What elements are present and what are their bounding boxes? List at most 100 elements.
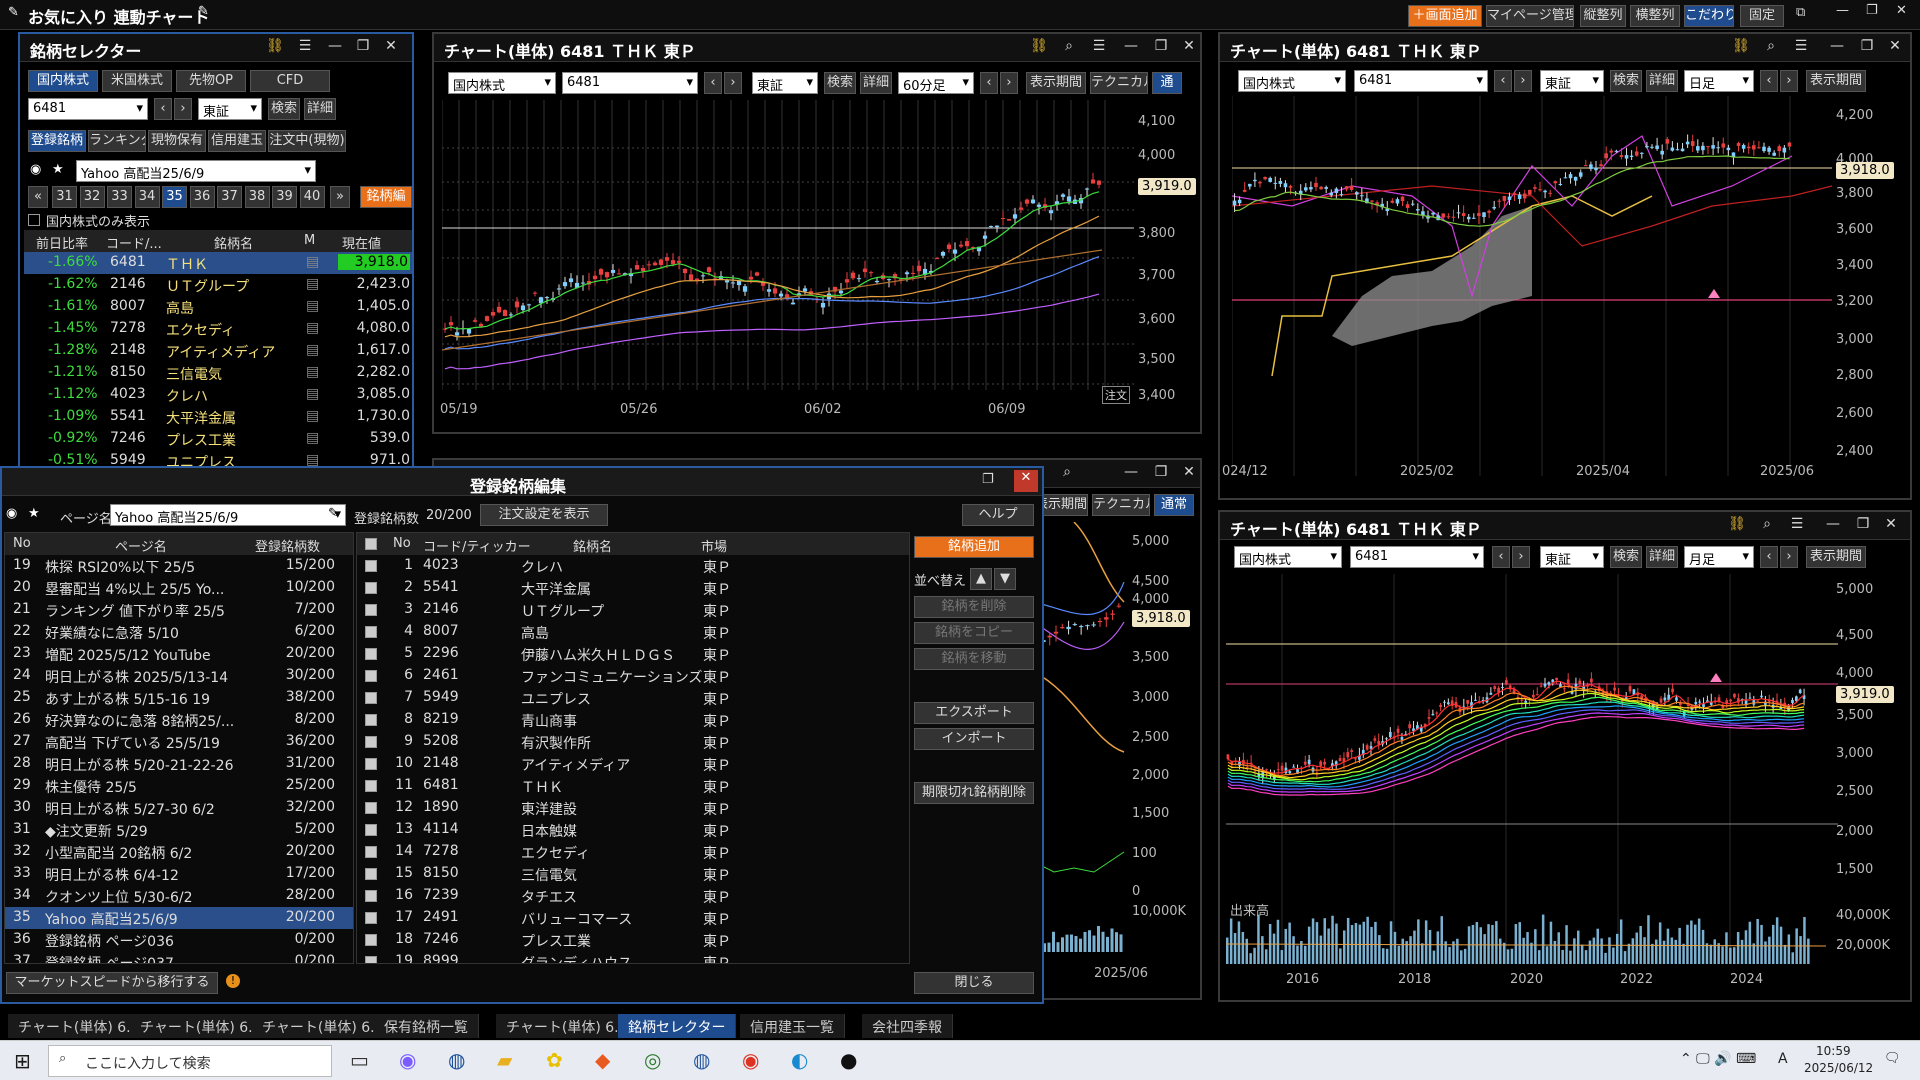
memo-icon[interactable]: ▤ [306, 408, 319, 424]
list-item[interactable]: 22 好業績なに急落 5/10 6/200 [5, 621, 353, 643]
subtab-holdings[interactable]: 現物保有 [148, 130, 206, 152]
app-icon[interactable]: ◆ [595, 1048, 610, 1072]
checkbox[interactable] [365, 934, 377, 946]
page-number[interactable]: 37 [217, 186, 242, 208]
memo-icon[interactable]: ▤ [306, 364, 319, 380]
chart2-plot[interactable] [1232, 96, 1832, 486]
vertical-align-button[interactable]: 縦整列 [1580, 5, 1626, 27]
globe-icon[interactable]: ◍ [693, 1048, 710, 1072]
table-row[interactable]: -1.66% 6481 ＴＨＫ ▤ 3,918.0 [24, 252, 412, 274]
order-button[interactable]: 注文 [1102, 386, 1130, 404]
page-number[interactable]: 39 [272, 186, 297, 208]
table-row[interactable]: 6 2461 ファンコミュニケーションズ 東Ｐ [357, 665, 909, 687]
table-row[interactable]: 19 8999 グランディハウス 東Ｐ [357, 951, 909, 963]
list-item[interactable]: 20 塁審配当 4%以上 25/5 Yo... 10/200 [5, 577, 353, 599]
table-row[interactable]: 5 2296 伊藤ハム米久ＨＬＤＧＳ 東Ｐ [357, 643, 909, 665]
menu-icon[interactable]: ☰ [1086, 38, 1112, 54]
restore-icon[interactable]: ❐ [1148, 464, 1174, 480]
explorer-icon[interactable]: ▰ [497, 1048, 512, 1072]
checkbox[interactable] [365, 912, 377, 924]
list-item[interactable]: 29 株主優待 25/5 25/200 [5, 775, 353, 797]
chart2-market-type[interactable]: 国内株式 [1238, 70, 1346, 92]
help-button[interactable]: ヘルプ [962, 504, 1034, 526]
table-row[interactable]: 3 2146 ＵＴグループ 東Ｐ [357, 599, 909, 621]
expired-delete-button[interactable]: 期限切れ銘柄削除 [914, 782, 1034, 804]
zoom-icon[interactable]: ⌕ [1054, 464, 1080, 480]
app-icon[interactable]: ◍ [448, 1048, 465, 1072]
chart3-search[interactable]: 検索 [1610, 546, 1642, 568]
header-name[interactable]: 銘柄名 [214, 233, 253, 252]
task-view-icon[interactable]: ▭ [350, 1048, 369, 1072]
chart3-detail[interactable]: 詳細 [1646, 546, 1678, 568]
next-icon[interactable]: › [1512, 546, 1530, 568]
table-row[interactable]: 18 7246 プレス工業 東Ｐ [357, 929, 909, 951]
code-input[interactable]: 6481 [28, 98, 148, 120]
pencil-icon[interactable]: ✎ [198, 4, 209, 19]
table-row[interactable]: -1.21% 8150 三信電気 ▤ 2,282.0 [24, 362, 412, 384]
tab-domestic[interactable]: 国内株式 [28, 70, 98, 92]
header-code[interactable]: コード/... [106, 233, 162, 252]
checkbox[interactable] [365, 736, 377, 748]
chart4-plot[interactable] [1034, 522, 1126, 972]
detail-button[interactable]: 詳細 [304, 98, 336, 120]
table-row[interactable]: 12 1890 東洋建設 東Ｐ [357, 797, 909, 819]
link-icon[interactable]: ⛓ [1026, 38, 1052, 54]
chart4-tech[interactable]: テクニカル [1092, 494, 1150, 516]
minimize-icon[interactable]: — [1820, 516, 1846, 532]
chart1-period[interactable]: 60分足 [898, 72, 974, 94]
table-row[interactable]: 13 4114 日本触媒 東Ｐ [357, 819, 909, 841]
chart1-exchange[interactable]: 東証 [752, 72, 818, 94]
popout-icon[interactable]: ⧉ [1796, 5, 1805, 20]
checkbox[interactable] [365, 670, 377, 682]
delete-stock-button[interactable]: 銘柄を削除 [914, 596, 1034, 618]
table-row[interactable]: -1.45% 7278 エクセディ ▤ 4,080.0 [24, 318, 412, 340]
header-change[interactable]: 前日比率 [36, 233, 88, 252]
migrate-button[interactable]: マーケットスピードから移行する [6, 972, 218, 994]
list-item[interactable]: 36 登録銘柄 ページ036 0/200 [5, 929, 353, 951]
tab-cfd[interactable]: CFD [250, 70, 330, 92]
table-row[interactable]: 8 8219 青山商事 東Ｐ [357, 709, 909, 731]
prev-icon[interactable]: ‹ [154, 98, 172, 120]
zoom-icon[interactable]: ⌕ [1056, 38, 1082, 54]
tray-icons[interactable]: ⌃ 🖵 🔊 ⌨ [1680, 1051, 1756, 1067]
chart1-extra[interactable]: 通 [1152, 72, 1182, 94]
close-icon[interactable]: ✕ [1878, 516, 1904, 532]
minimize-icon[interactable]: — [1118, 464, 1144, 480]
search-button[interactable]: 検索 [268, 98, 300, 120]
checkbox[interactable] [365, 692, 377, 704]
fix-button[interactable]: 固定 [1740, 5, 1784, 27]
page-number[interactable]: 32 [79, 186, 105, 208]
restore-icon[interactable]: ❐ [1148, 38, 1174, 54]
list-item[interactable]: 31 ◆注文更新 5/29 5/200 [5, 819, 353, 841]
minimize-icon[interactable]: — [1824, 38, 1850, 54]
next-icon[interactable]: › [1780, 70, 1798, 92]
chart2-period[interactable]: 日足 [1684, 70, 1754, 92]
checkbox[interactable] [365, 868, 377, 880]
subtab-ranking[interactable]: ランキング [88, 130, 146, 152]
horizontal-align-button[interactable]: 横整列 [1630, 5, 1680, 27]
star-icon[interactable]: ★ [28, 506, 40, 521]
checkbox[interactable] [365, 648, 377, 660]
close-icon[interactable]: ✕ [378, 38, 404, 54]
memo-icon[interactable]: ▤ [306, 298, 319, 314]
chart1-search[interactable]: 検索 [824, 72, 856, 94]
checkbox[interactable] [365, 714, 377, 726]
list-item[interactable]: 33 明日上がる株 6/4-12 17/200 [5, 863, 353, 885]
table-row[interactable]: 14 7278 エクセディ 東Ｐ [357, 841, 909, 863]
checkbox[interactable] [365, 758, 377, 770]
chart4-extra[interactable]: 通常 [1154, 494, 1194, 516]
marketspeed-icon[interactable]: ● [840, 1048, 857, 1072]
table-row[interactable]: -0.92% 7246 プレス工業 ▤ 539.0 [24, 428, 412, 450]
restore-icon[interactable]: ❐ [1854, 38, 1880, 54]
page-next-icon[interactable]: » [330, 186, 350, 208]
prev-icon[interactable]: ‹ [980, 72, 998, 94]
prev-icon[interactable]: ‹ [1492, 546, 1510, 568]
chart3-period[interactable]: 月足 [1684, 546, 1754, 568]
sunflower-icon[interactable]: ✿ [546, 1048, 563, 1072]
close-icon[interactable]: ✕ [1176, 464, 1202, 480]
order-settings-button[interactable]: 注文設定を表示 [480, 504, 608, 526]
edit-button[interactable]: 銘柄編 [360, 186, 412, 208]
chart2-exchange[interactable]: 東証 [1540, 70, 1604, 92]
page-number[interactable]: 34 [134, 186, 160, 208]
subtab-orders[interactable]: 注文中(現物) [268, 130, 346, 152]
